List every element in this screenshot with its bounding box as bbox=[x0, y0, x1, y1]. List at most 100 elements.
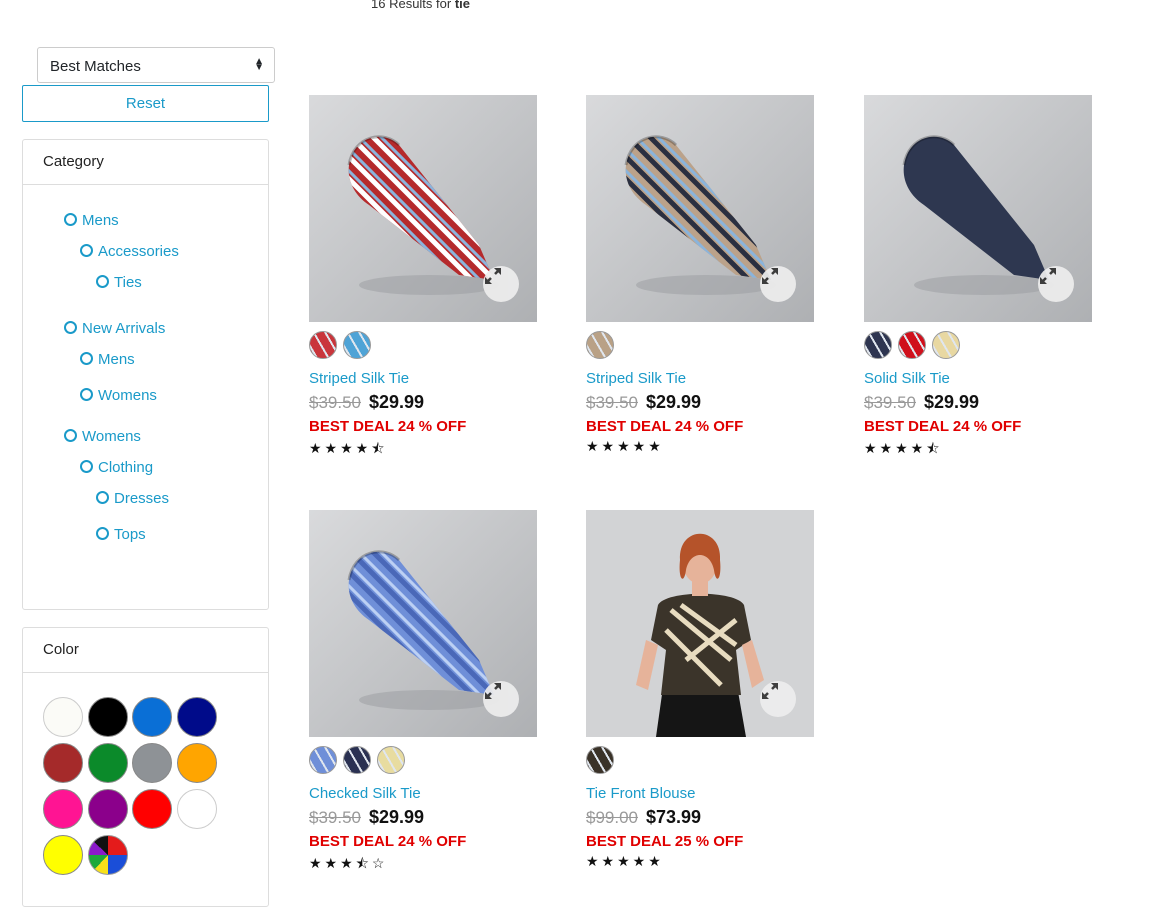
product-color-swatch[interactable] bbox=[586, 746, 614, 774]
product-swatches bbox=[864, 331, 1092, 361]
sale-price: $29.99 bbox=[646, 392, 702, 412]
original-price: $39.50 bbox=[309, 808, 361, 827]
radio-circle-icon bbox=[64, 213, 77, 226]
expand-icon[interactable] bbox=[483, 681, 519, 717]
star-rating: ★★★⯪☆ bbox=[309, 855, 388, 871]
product-name[interactable]: Tie Front Blouse bbox=[586, 785, 814, 803]
radio-circle-icon bbox=[64, 429, 77, 442]
product-card: Checked Silk Tie $39.50 $29.99 BEST DEAL 24… bbox=[309, 510, 537, 877]
category-mens[interactable]: Mens bbox=[64, 212, 119, 229]
category-label: Clothing bbox=[98, 459, 154, 476]
deal-badge: BEST DEAL 25 % OFF bbox=[586, 833, 744, 850]
product-swatches bbox=[586, 331, 814, 361]
product-prices: $39.50 $29.99 bbox=[586, 391, 814, 415]
color-swatch[interactable] bbox=[43, 743, 83, 783]
product-color-swatch[interactable] bbox=[343, 331, 371, 359]
category-new-arrivals[interactable]: New Arrivals bbox=[64, 320, 165, 337]
star-rating: ★★★★★ bbox=[586, 438, 664, 454]
category-womens[interactable]: Womens bbox=[64, 428, 141, 445]
color-swatch[interactable] bbox=[87, 789, 128, 829]
color-swatch[interactable] bbox=[87, 743, 128, 783]
product-color-swatch[interactable] bbox=[309, 331, 337, 359]
product-prices: $39.50 $29.99 bbox=[309, 806, 537, 830]
deal-badge: BEST DEAL 24 % OFF bbox=[309, 833, 467, 850]
category-label: Womens bbox=[98, 387, 157, 404]
color-swatch[interactable] bbox=[43, 697, 83, 737]
category-accessories[interactable]: Accessories bbox=[80, 243, 179, 260]
product-name[interactable]: Solid Silk Tie bbox=[864, 370, 1092, 388]
category-ties[interactable]: Ties bbox=[96, 274, 142, 291]
expand-icon[interactable] bbox=[760, 266, 796, 302]
category-label: Mens bbox=[82, 212, 119, 229]
star-rating: ★★★★★ bbox=[586, 853, 664, 869]
product-card: Striped Silk Tie $39.50 $29.99 BEST DEAL 24… bbox=[309, 95, 537, 462]
results-summary: 16 Results for tie bbox=[371, 0, 470, 11]
product-card: Solid Silk Tie $39.50 $29.99 BEST DEAL 24 %… bbox=[864, 95, 1092, 462]
expand-icon[interactable] bbox=[760, 681, 796, 717]
radio-circle-icon bbox=[80, 460, 93, 473]
product-color-swatch[interactable] bbox=[309, 746, 337, 774]
deal-badge: BEST DEAL 24 % OFF bbox=[586, 418, 744, 435]
product-swatches bbox=[586, 746, 814, 776]
product-color-swatch[interactable] bbox=[898, 331, 926, 359]
product-name[interactable]: Checked Silk Tie bbox=[309, 785, 537, 803]
category-dresses[interactable]: Dresses bbox=[96, 490, 169, 507]
product-prices: $39.50 $29.99 bbox=[309, 391, 537, 415]
product-swatches bbox=[309, 331, 537, 361]
color-swatch[interactable] bbox=[87, 835, 128, 875]
expand-icon[interactable] bbox=[1038, 266, 1074, 302]
color-swatch[interactable] bbox=[176, 789, 217, 829]
color-swatch[interactable] bbox=[87, 697, 128, 737]
category-panel-title: Category bbox=[23, 140, 268, 185]
category-clothing[interactable]: Clothing bbox=[80, 459, 153, 476]
original-price: $99.00 bbox=[586, 808, 638, 827]
color-swatch[interactable] bbox=[132, 789, 172, 829]
product-color-swatch[interactable] bbox=[932, 331, 960, 359]
category-new-arrivals-womens[interactable]: Womens bbox=[80, 387, 157, 404]
radio-circle-icon bbox=[64, 321, 77, 334]
product-card: Tie Front Blouse $99.00 $73.99 BEST DEAL 25… bbox=[586, 510, 814, 870]
category-label: Dresses bbox=[114, 490, 170, 507]
color-swatch[interactable] bbox=[176, 743, 217, 783]
category-label: Accessories bbox=[98, 243, 179, 260]
product-image[interactable] bbox=[864, 95, 1092, 322]
radio-circle-icon bbox=[80, 388, 93, 401]
product-image[interactable] bbox=[309, 510, 537, 737]
category-tops[interactable]: Tops bbox=[96, 526, 146, 543]
color-swatch[interactable] bbox=[176, 697, 217, 737]
original-price: $39.50 bbox=[864, 393, 916, 412]
sale-price: $29.99 bbox=[369, 807, 425, 827]
product-image[interactable] bbox=[586, 95, 814, 322]
product-color-swatch[interactable] bbox=[864, 331, 892, 359]
product-name[interactable]: Striped Silk Tie bbox=[309, 370, 537, 388]
expand-icon[interactable] bbox=[483, 266, 519, 302]
color-swatch[interactable] bbox=[43, 789, 83, 829]
product-image[interactable] bbox=[586, 510, 814, 737]
results-count: 16 Results for bbox=[371, 0, 452, 11]
radio-circle-icon bbox=[96, 275, 109, 288]
radio-circle-icon bbox=[96, 491, 109, 504]
radio-circle-icon bbox=[80, 244, 93, 257]
category-label: Ties bbox=[114, 274, 142, 291]
sort-selected-value: Best Matches bbox=[50, 58, 141, 75]
results-query: tie bbox=[454, 0, 470, 11]
color-swatch[interactable] bbox=[43, 835, 83, 875]
product-image[interactable] bbox=[309, 95, 537, 322]
product-color-swatch[interactable] bbox=[343, 746, 371, 774]
deal-badge: BEST DEAL 24 % OFF bbox=[309, 418, 467, 435]
product-color-swatch[interactable] bbox=[586, 331, 614, 359]
star-rating: ★★★★⯪ bbox=[864, 440, 943, 456]
original-price: $39.50 bbox=[586, 393, 638, 412]
sort-select[interactable]: Best Matches ▲ ▼ bbox=[37, 47, 275, 83]
product-name[interactable]: Striped Silk Tie bbox=[586, 370, 814, 388]
product-color-swatch[interactable] bbox=[377, 746, 405, 774]
reset-button[interactable]: Reset bbox=[22, 85, 269, 122]
deal-badge: BEST DEAL 24 % OFF bbox=[864, 418, 1022, 435]
color-swatch[interactable] bbox=[132, 697, 172, 737]
product-card: Striped Silk Tie $39.50 $29.99 BEST DEAL 24… bbox=[586, 95, 814, 455]
sale-price: $73.99 bbox=[646, 807, 702, 827]
radio-circle-icon bbox=[80, 352, 93, 365]
radio-circle-icon bbox=[96, 527, 109, 540]
category-new-arrivals-mens[interactable]: Mens bbox=[80, 351, 135, 368]
color-swatch[interactable] bbox=[132, 743, 172, 783]
